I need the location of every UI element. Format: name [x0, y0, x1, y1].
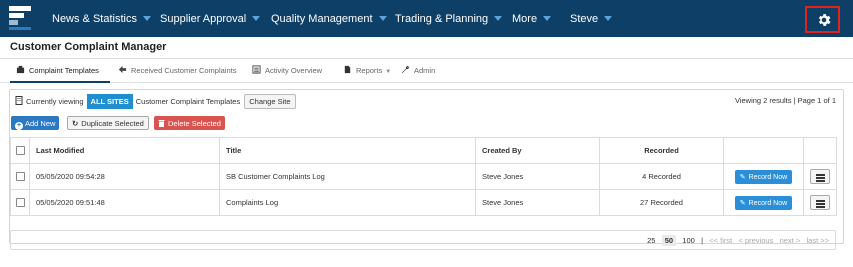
- chevron-down-icon: [543, 16, 552, 21]
- cell-recorded: 4 Recorded: [599, 163, 724, 190]
- edit-icon: ✎: [739, 173, 746, 181]
- page-size-50[interactable]: 50: [661, 235, 677, 246]
- chevron-down-icon: [378, 16, 387, 21]
- first-page-link[interactable]: << first: [709, 236, 732, 245]
- results-summary: Viewing 2 results | Page 1 of 1: [734, 96, 836, 105]
- cell-created-by: Steve Jones: [475, 163, 600, 190]
- building-icon: [15, 96, 23, 105]
- chevron-down-icon: [494, 16, 503, 21]
- nav-more[interactable]: More: [512, 13, 552, 27]
- delete-selected-button[interactable]: Delete Selected: [154, 116, 225, 130]
- row-checkbox[interactable]: [16, 172, 25, 182]
- row-menu-button[interactable]: [810, 169, 830, 184]
- column-menu: [803, 137, 837, 164]
- last-page-link[interactable]: last >>: [806, 236, 829, 245]
- column-created-by[interactable]: Created By: [475, 137, 600, 164]
- pagination-bar: 25 50 100 | << first < previous next > l…: [10, 230, 836, 250]
- divider: [0, 58, 853, 59]
- wrench-icon: [401, 65, 410, 74]
- row-menu-button[interactable]: [810, 195, 830, 210]
- tab-complaint-templates[interactable]: Complaint Templates: [16, 65, 99, 75]
- cell-title: SB Customer Complaints Log: [219, 163, 476, 190]
- page-title: Customer Complaint Manager: [10, 41, 167, 53]
- nav-news-statistics[interactable]: News & Statistics: [52, 13, 151, 27]
- cell-created-by: Steve Jones: [475, 189, 600, 216]
- record-now-button[interactable]: ✎ Record Now: [734, 169, 793, 184]
- table-row: 05/05/2020 09:51:48 Complaints Log Steve…: [10, 189, 837, 216]
- app-logo[interactable]: [9, 6, 31, 30]
- change-site-button[interactable]: Change Site: [244, 94, 296, 109]
- nav-supplier-approval[interactable]: Supplier Approval: [160, 13, 261, 27]
- site-scope-badge: ALL SITES: [86, 94, 133, 109]
- file-icon: [344, 65, 351, 74]
- chevron-down-icon: [142, 16, 151, 21]
- templates-table: Last Modified Title Created By Recorded …: [10, 137, 837, 216]
- tab-received-complaints[interactable]: Received Customer Complaints: [118, 65, 236, 75]
- column-title[interactable]: Title: [219, 137, 476, 164]
- record-now-button[interactable]: ✎ Record Now: [734, 195, 793, 210]
- page-size-25[interactable]: 25: [647, 236, 655, 245]
- page-size-100[interactable]: 100: [682, 236, 695, 245]
- edit-icon: ✎: [739, 199, 746, 207]
- previous-page-link[interactable]: < previous: [739, 236, 774, 245]
- nav-trading-planning[interactable]: Trading & Planning: [395, 13, 503, 27]
- chevron-down-icon: [604, 16, 613, 21]
- settings-button[interactable]: [805, 6, 840, 33]
- table-row: 05/05/2020 09:54:28 SB Customer Complain…: [10, 163, 837, 190]
- select-all-checkbox[interactable]: [16, 146, 25, 156]
- active-tab-indicator: [10, 81, 110, 83]
- plus-circle-icon: +: [15, 122, 23, 130]
- viewing-bar: Currently viewing ALL SITES Customer Compl…: [10, 92, 836, 109]
- duplicate-selected-button[interactable]: ↻ Duplicate Selected: [67, 116, 149, 130]
- refresh-icon: ↻: [72, 119, 79, 128]
- gear-icon: [818, 14, 831, 26]
- cell-last-modified: 05/05/2020 09:54:28: [29, 163, 220, 190]
- column-last-modified[interactable]: Last Modified: [29, 137, 220, 164]
- tab-reports[interactable]: Reports ▼: [343, 65, 391, 75]
- column-action: [723, 137, 804, 164]
- cell-title: Complaints Log: [219, 189, 476, 216]
- nav-user-menu[interactable]: Steve: [570, 13, 613, 27]
- arrow-left-icon: [118, 65, 127, 74]
- cell-recorded: 27 Recorded: [599, 189, 724, 216]
- list-icon: [252, 65, 261, 74]
- clipboard-icon: [16, 65, 25, 74]
- tab-admin[interactable]: Admin: [401, 65, 435, 75]
- column-recorded[interactable]: Recorded: [599, 137, 724, 164]
- top-navbar: News & Statistics Supplier Approval Qual…: [0, 0, 853, 37]
- add-new-button[interactable]: + Add New: [11, 116, 60, 130]
- row-checkbox[interactable]: [16, 198, 25, 208]
- chevron-down-icon: [252, 16, 261, 21]
- tab-activity-overview[interactable]: Activity Overview: [252, 65, 322, 75]
- cell-last-modified: 05/05/2020 09:51:48: [29, 189, 220, 216]
- pager-separator: |: [701, 236, 704, 245]
- trash-icon: [158, 120, 165, 127]
- next-page-link[interactable]: next >: [780, 236, 801, 245]
- chevron-down-icon: ▼: [385, 69, 392, 75]
- table-header-row: Last Modified Title Created By Recorded: [10, 137, 837, 164]
- nav-quality-management[interactable]: Quality Management: [271, 13, 387, 27]
- tabs-divider: [0, 82, 853, 83]
